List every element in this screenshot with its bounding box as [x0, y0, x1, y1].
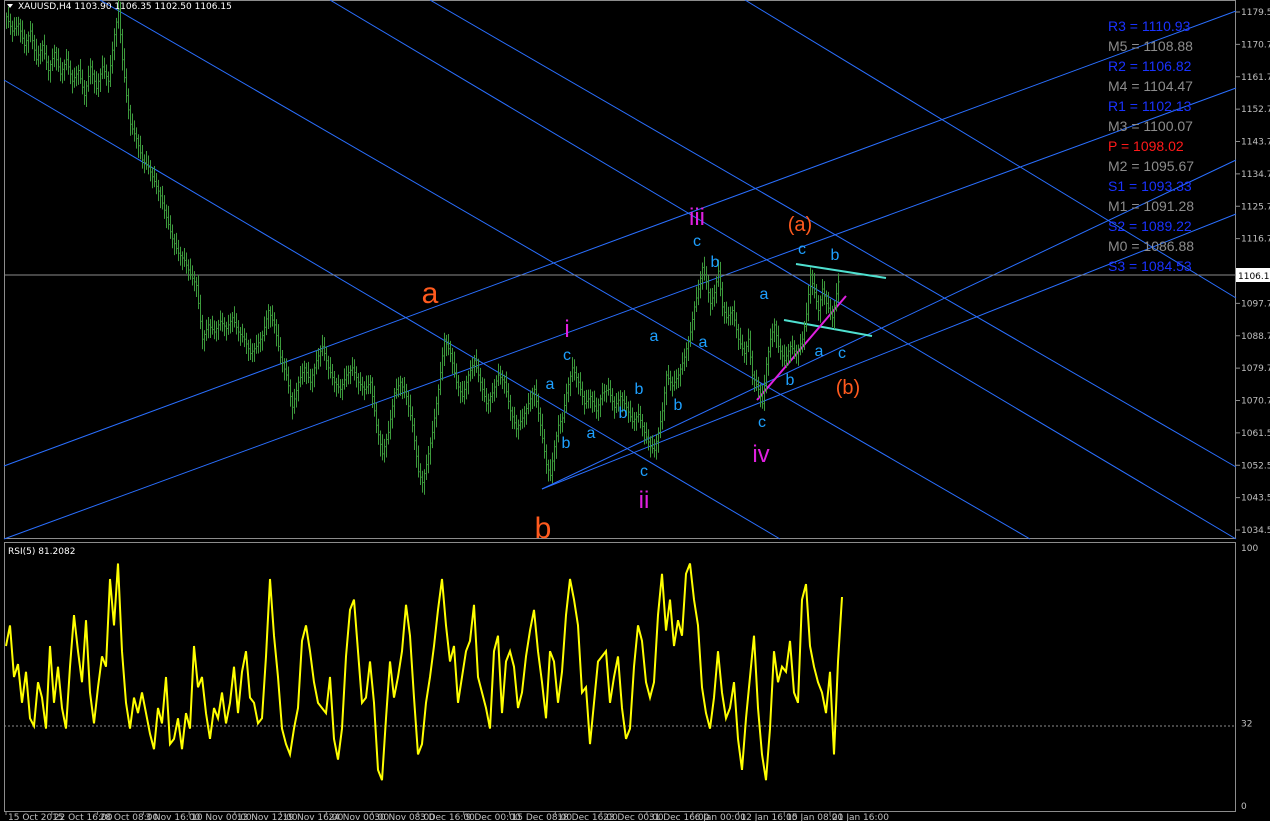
wave-label: c [640, 463, 648, 480]
pivot-level: S2 = 1089.22 [1108, 218, 1192, 234]
price-tick-label: 1070.72 [1241, 397, 1270, 407]
price-tick-label: 1097.72 [1241, 299, 1270, 309]
wave-label: b [619, 405, 628, 422]
pivot-level: M2 = 1095.67 [1108, 158, 1194, 174]
wave-label: b [535, 512, 552, 545]
price-tick-label: 1161.72 [1241, 73, 1270, 83]
trading-chart: ab(a)(b)iiiiiiivcababbabccababcc ba c XAUU… [0, 0, 1270, 821]
pivot-level: M0 = 1086.88 [1108, 238, 1194, 254]
price-tick-label: 1052.52 [1241, 461, 1270, 471]
wave-label: b [562, 435, 571, 452]
price-tick-label: 1170.72 [1241, 40, 1270, 50]
wave-label: c [563, 347, 571, 364]
symbol-header: XAUUSD,H4 1103.90 1106.35 1102.50 1106.1… [7, 2, 232, 12]
pivot-level: R2 = 1106.82 [1108, 58, 1192, 74]
price-tick-label: 1143.72 [1241, 138, 1270, 148]
wave-label: a [815, 343, 824, 360]
pivot-level: M3 = 1100.07 [1108, 118, 1193, 134]
wave-label: (a) [788, 214, 812, 236]
pivot-level: M1 = 1091.28 [1108, 198, 1194, 214]
rsi-tick-label: 32 [1241, 719, 1252, 729]
current-price-box: 1106.15 [1236, 268, 1270, 282]
pivot-level: M5 = 1108.88 [1108, 38, 1193, 54]
wave-label: a [760, 286, 769, 303]
price-tick-label: 1116.72 [1241, 235, 1270, 245]
price-tick-label: 1125.72 [1241, 202, 1270, 212]
rsi-tick-label: 100 [1241, 544, 1258, 554]
wave-label: a [587, 425, 596, 442]
wave-label: a [650, 328, 659, 345]
wave-label: c [838, 345, 846, 362]
wave-label: (b) [836, 377, 860, 399]
wave-label: i [564, 316, 569, 343]
wave-label: b [711, 254, 720, 271]
price-tick-label: 1061.52 [1241, 429, 1270, 439]
wave-label: b [831, 247, 840, 264]
wave-label: b [786, 372, 795, 389]
wave-label: iv [752, 441, 769, 468]
pivot-level: S3 = 1084.53 [1108, 258, 1192, 274]
wave-label: b [635, 381, 644, 398]
rsi-title: RSI(5) 81.2082 [8, 547, 75, 557]
price-tick-label: 1043.52 [1241, 494, 1270, 504]
wave-label: ii [639, 487, 650, 514]
price-tick-label: 1034.52 [1241, 526, 1270, 536]
price-tick-label: 1088.72 [1241, 332, 1270, 342]
wave-label: c [693, 233, 701, 250]
price-tick-label: 1179.55 [1241, 8, 1270, 18]
time-tick-label: 21 Jan 16:00 [832, 813, 889, 821]
wave-label: a [699, 334, 708, 351]
time-axis: 15 Oct 201522 Oct 16:0028 Oct 08:003 Nov… [5, 812, 889, 821]
pivot-level: R3 = 1110.93 [1108, 18, 1191, 34]
pivot-level: S1 = 1093.33 [1108, 178, 1192, 194]
pivot-level: M4 = 1104.47 [1108, 78, 1193, 94]
wave-label: a [422, 277, 439, 310]
wave-label: a [546, 376, 555, 393]
wave-label: c [758, 414, 766, 431]
pivot-level: P = 1098.02 [1108, 138, 1184, 154]
price-tick-label: 1079.72 [1241, 364, 1270, 374]
wave-label: c [798, 241, 806, 258]
wave-label: iii [689, 204, 705, 231]
pivot-level: R1 = 1102.13 [1108, 98, 1192, 114]
price-tick-label: 1152.72 [1241, 105, 1270, 115]
symbol-info: XAUUSD,H4 1103.90 1106.35 1102.50 1106.1… [18, 2, 232, 12]
price-tick-label: 1134.72 [1241, 170, 1270, 180]
wave-label: b [674, 397, 683, 414]
rsi-tick-label: 0 [1241, 802, 1247, 812]
current-price-value: 1106.15 [1238, 272, 1270, 282]
